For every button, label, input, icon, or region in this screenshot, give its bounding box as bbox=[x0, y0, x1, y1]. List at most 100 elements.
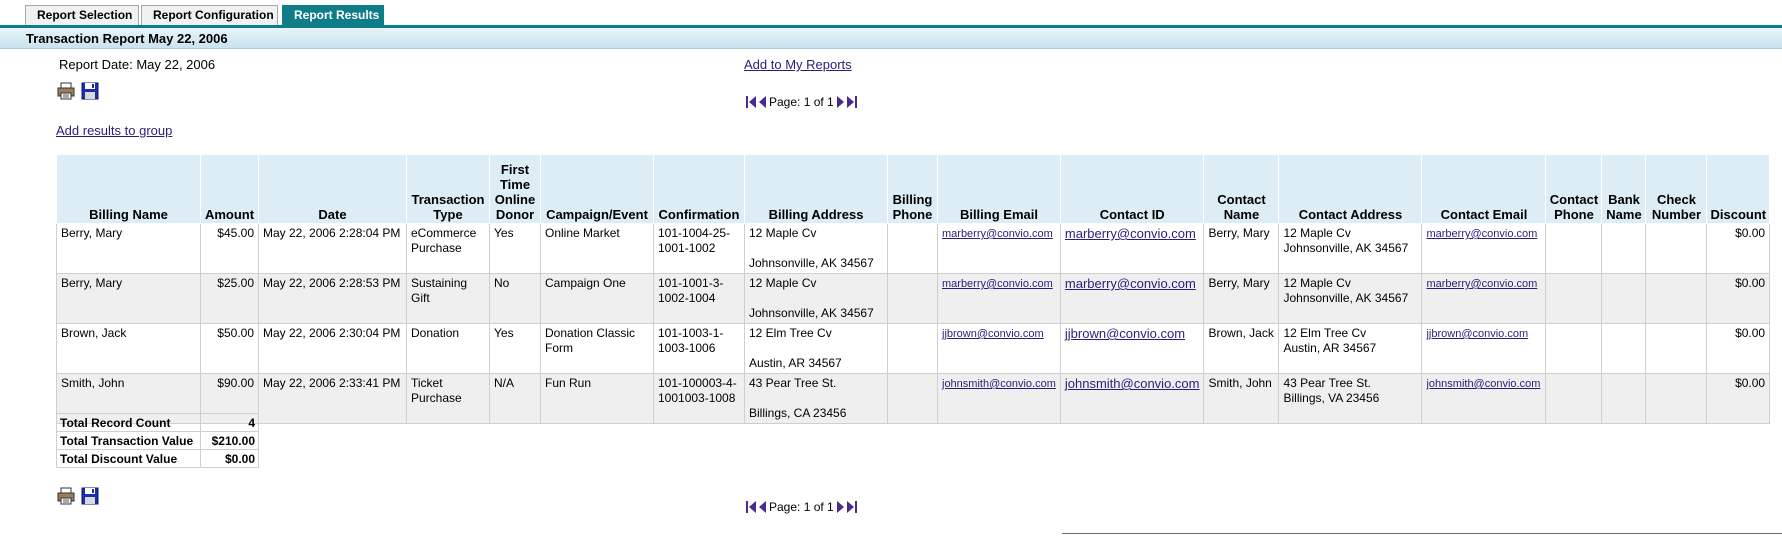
cell-bank-name bbox=[1601, 373, 1647, 424]
contact-address-line2: Austin, AR 34567 bbox=[1283, 341, 1377, 355]
tab-report-configuration[interactable]: Report Configuration bbox=[141, 5, 278, 26]
save-disk-icon[interactable] bbox=[81, 487, 99, 505]
cell-contact-id: johnsmith@convio.com bbox=[1059, 373, 1205, 424]
col-contact-name[interactable]: Contact Name bbox=[1203, 154, 1280, 224]
table-row: Berry, Mary $25.00 May 22, 2006 2:28:53 … bbox=[56, 273, 1771, 324]
cell-discount: $0.00 bbox=[1706, 223, 1771, 274]
cell-confirmation: 101-1001-3-1002-1004 bbox=[653, 273, 745, 324]
divider bbox=[1062, 533, 1782, 534]
col-transaction-type[interactable]: Transaction Type bbox=[406, 154, 490, 224]
col-billing-address[interactable]: Billing Address bbox=[744, 154, 888, 224]
add-to-my-reports-link[interactable]: Add to My Reports bbox=[744, 57, 852, 72]
header-row: Billing Name Amount Date Transaction Typ… bbox=[56, 154, 1771, 224]
tab-report-selection[interactable]: Report Selection bbox=[25, 5, 139, 26]
contact-email-link[interactable]: jjbrown@convio.com bbox=[1426, 328, 1528, 340]
col-contact-email[interactable]: Contact Email bbox=[1421, 154, 1547, 224]
cell-discount: $0.00 bbox=[1706, 323, 1771, 374]
printer-icon[interactable] bbox=[57, 82, 75, 100]
table-row: Smith, John $90.00 May 22, 2006 2:33:41 … bbox=[56, 373, 1771, 424]
billing-address-line2: Johnsonville, AK 34567 bbox=[749, 256, 874, 270]
col-contact-address[interactable]: Contact Address bbox=[1278, 154, 1423, 224]
cell-date: May 22, 2006 2:33:41 PM bbox=[258, 373, 407, 424]
cell-contact-id: jjbrown@convio.com bbox=[1059, 323, 1205, 374]
contact-id-link[interactable]: johnsmith@convio.com bbox=[1065, 376, 1200, 391]
cell-check-number bbox=[1645, 223, 1708, 274]
contact-address-line1: 12 Maple Cv bbox=[1283, 226, 1351, 240]
total-label: Total Record Count bbox=[56, 413, 201, 432]
cell-campaign: Fun Run bbox=[540, 373, 654, 424]
contact-id-link[interactable]: jjbrown@convio.com bbox=[1065, 326, 1185, 341]
cell-discount: $0.00 bbox=[1706, 373, 1771, 424]
total-value: $210.00 bbox=[200, 431, 259, 450]
total-transaction-value-row: Total Transaction Value $210.00 bbox=[56, 431, 259, 450]
pager-bottom: Page: 1 of 1 bbox=[746, 499, 857, 515]
cell-contact-name: Berry, Mary bbox=[1203, 223, 1280, 274]
contact-email-link[interactable]: marberry@convio.com bbox=[1426, 278, 1537, 290]
cell-contact-email: johnsmith@convio.com bbox=[1421, 373, 1547, 424]
contact-email-link[interactable]: marberry@convio.com bbox=[1426, 228, 1537, 240]
cell-date: May 22, 2006 2:28:04 PM bbox=[258, 223, 407, 274]
col-check-number[interactable]: Check Number bbox=[1645, 154, 1708, 224]
cell-billing-phone bbox=[887, 223, 938, 274]
cell-check-number bbox=[1645, 373, 1708, 424]
col-confirmation[interactable]: Confirmation bbox=[653, 154, 745, 224]
contact-address-line1: 12 Elm Tree Cv bbox=[1283, 326, 1367, 340]
cell-first-time: Yes bbox=[489, 323, 541, 374]
cell-contact-phone bbox=[1545, 373, 1603, 424]
cell-contact-email: marberry@convio.com bbox=[1421, 223, 1547, 274]
col-contact-phone[interactable]: Contact Phone bbox=[1545, 154, 1603, 224]
col-amount[interactable]: Amount bbox=[200, 154, 259, 224]
cell-campaign: Online Market bbox=[540, 223, 654, 274]
cell-confirmation: 101-1004-25-1001-1002 bbox=[653, 223, 745, 274]
col-campaign-event[interactable]: Campaign/Event bbox=[540, 154, 654, 224]
last-page-icon[interactable] bbox=[846, 96, 857, 108]
contact-email-link[interactable]: johnsmith@convio.com bbox=[1426, 378, 1540, 390]
add-results-to-group-link[interactable]: Add results to group bbox=[56, 123, 172, 138]
col-billing-name[interactable]: Billing Name bbox=[56, 154, 201, 224]
first-page-icon[interactable] bbox=[746, 501, 756, 513]
cell-date: May 22, 2006 2:28:53 PM bbox=[258, 273, 407, 324]
col-bank-name[interactable]: Bank Name bbox=[1601, 154, 1647, 224]
total-label: Total Discount Value bbox=[56, 449, 201, 468]
cell-check-number bbox=[1645, 273, 1708, 324]
cell-contact-address: 43 Pear Tree St. Billings, VA 23456 bbox=[1278, 373, 1423, 424]
billing-email-link[interactable]: marberry@convio.com bbox=[942, 228, 1053, 240]
first-page-icon[interactable] bbox=[746, 96, 756, 108]
cell-contact-name: Berry, Mary bbox=[1203, 273, 1280, 324]
cell-transaction-type: Sustaining Gift bbox=[406, 273, 490, 324]
cell-contact-name: Brown, Jack bbox=[1203, 323, 1280, 374]
col-date[interactable]: Date bbox=[258, 154, 407, 224]
next-page-icon[interactable] bbox=[836, 501, 845, 513]
printer-icon[interactable] bbox=[57, 487, 75, 505]
cell-contact-address: 12 Maple Cv Johnsonville, AK 34567 bbox=[1278, 273, 1423, 324]
col-billing-email[interactable]: Billing Email bbox=[937, 154, 1061, 224]
col-billing-phone[interactable]: Billing Phone bbox=[887, 154, 938, 224]
billing-email-link[interactable]: johnsmith@convio.com bbox=[942, 378, 1056, 390]
col-contact-id[interactable]: Contact ID bbox=[1059, 154, 1205, 224]
contact-address-line2: Johnsonville, AK 34567 bbox=[1283, 241, 1409, 255]
next-page-icon[interactable] bbox=[836, 96, 845, 108]
billing-email-link[interactable]: jjbrown@convio.com bbox=[942, 328, 1044, 340]
col-first-time-online-donor[interactable]: First Time Online Donor bbox=[489, 154, 541, 224]
save-disk-icon[interactable] bbox=[81, 82, 99, 100]
prev-page-icon[interactable] bbox=[758, 501, 766, 513]
prev-page-icon[interactable] bbox=[758, 96, 766, 108]
report-date: Report Date: May 22, 2006 bbox=[59, 57, 216, 72]
tab-report-results[interactable]: Report Results bbox=[282, 5, 384, 26]
cell-contact-phone bbox=[1545, 273, 1603, 324]
cell-billing-email: marberry@convio.com bbox=[937, 273, 1061, 324]
cell-confirmation: 101-1003-1-1003-1006 bbox=[653, 323, 745, 374]
last-page-icon[interactable] bbox=[846, 501, 857, 513]
cell-billing-address: 12 Elm Tree Cv Austin, AR 34567 bbox=[744, 323, 888, 374]
billing-address-line2: Billings, CA 23456 bbox=[749, 406, 847, 420]
cell-transaction-type: Ticket Purchase bbox=[406, 373, 490, 424]
cell-billing-address: 12 Maple Cv Johnsonville, AK 34567 bbox=[744, 273, 888, 324]
billing-email-link[interactable]: marberry@convio.com bbox=[942, 278, 1053, 290]
contact-address-line2: Johnsonville, AK 34567 bbox=[1283, 291, 1409, 305]
billing-address-line1: 12 Elm Tree Cv bbox=[749, 326, 832, 340]
contact-id-link[interactable]: marberry@convio.com bbox=[1065, 276, 1196, 291]
cell-billing-phone bbox=[887, 273, 938, 324]
total-value: $0.00 bbox=[200, 449, 259, 468]
contact-id-link[interactable]: marberry@convio.com bbox=[1065, 226, 1196, 241]
col-discount[interactable]: Discount bbox=[1706, 154, 1771, 224]
